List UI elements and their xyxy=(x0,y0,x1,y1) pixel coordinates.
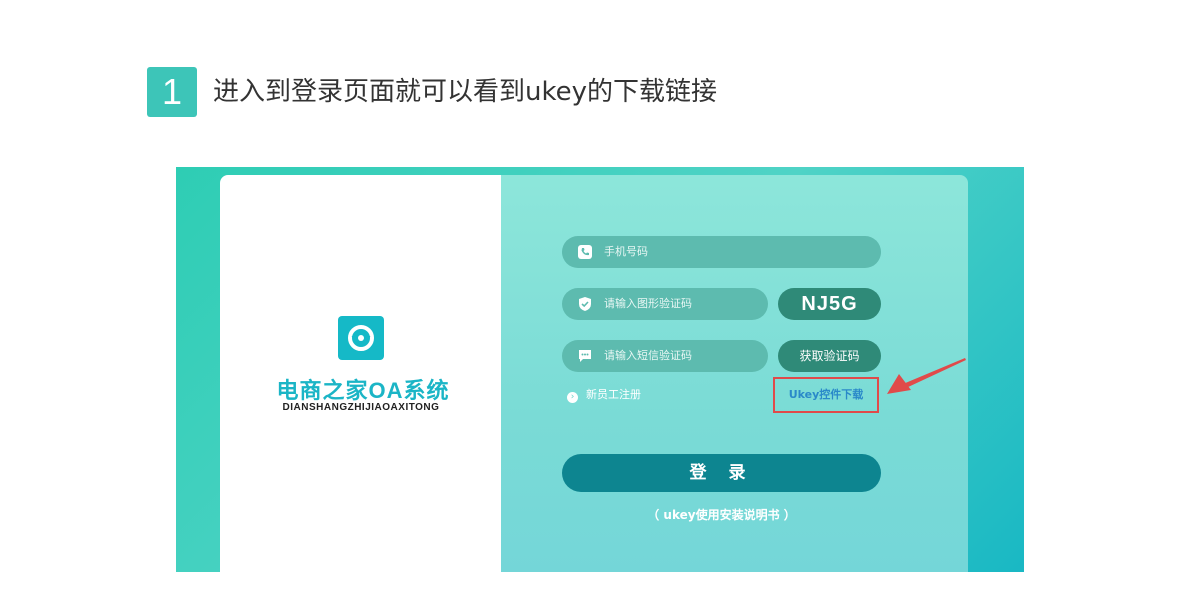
step-number-badge: 1 xyxy=(147,67,197,117)
shield-check-icon xyxy=(579,297,591,311)
step-title: 进入到登录页面就可以看到ukey的下载链接 xyxy=(213,77,717,107)
brand-panel: 电商之家OA系统 DIANSHANGZHIJIAOAXITONG xyxy=(220,175,501,572)
ukey-manual-link[interactable]: （ ukey使用安装说明书 ） xyxy=(562,506,881,523)
phone-input[interactable]: 手机号码 xyxy=(562,236,881,268)
chevron-right-icon: › xyxy=(567,392,578,403)
register-link[interactable]: › 新员工注册 xyxy=(567,387,641,403)
login-card: 电商之家OA系统 DIANSHANGZHIJIAOAXITONG 手机号码 请输… xyxy=(220,175,968,572)
logo-icon xyxy=(338,316,384,360)
ukey-download-link[interactable]: Ukey控件下载 xyxy=(773,377,879,413)
login-button[interactable]: 登 录 xyxy=(562,454,881,492)
logo-name-cn: 电商之家OA系统 xyxy=(276,378,450,403)
register-label: 新员工注册 xyxy=(586,388,641,401)
phone-placeholder: 手机号码 xyxy=(604,245,648,258)
sms-code-input[interactable]: 请输入短信验证码 xyxy=(562,340,768,372)
arrow-icon xyxy=(887,358,966,394)
image-code-placeholder: 请输入图形验证码 xyxy=(604,297,692,310)
get-code-button[interactable]: 获取验证码 xyxy=(778,340,881,372)
captcha-image[interactable]: NJ5G xyxy=(778,288,881,320)
phone-icon xyxy=(578,245,592,259)
sms-code-placeholder: 请输入短信验证码 xyxy=(604,349,692,362)
image-code-input[interactable]: 请输入图形验证码 xyxy=(562,288,768,320)
logo-name-en: DIANSHANGZHIJIAOAXITONG xyxy=(282,402,440,413)
chat-icon xyxy=(579,350,591,362)
